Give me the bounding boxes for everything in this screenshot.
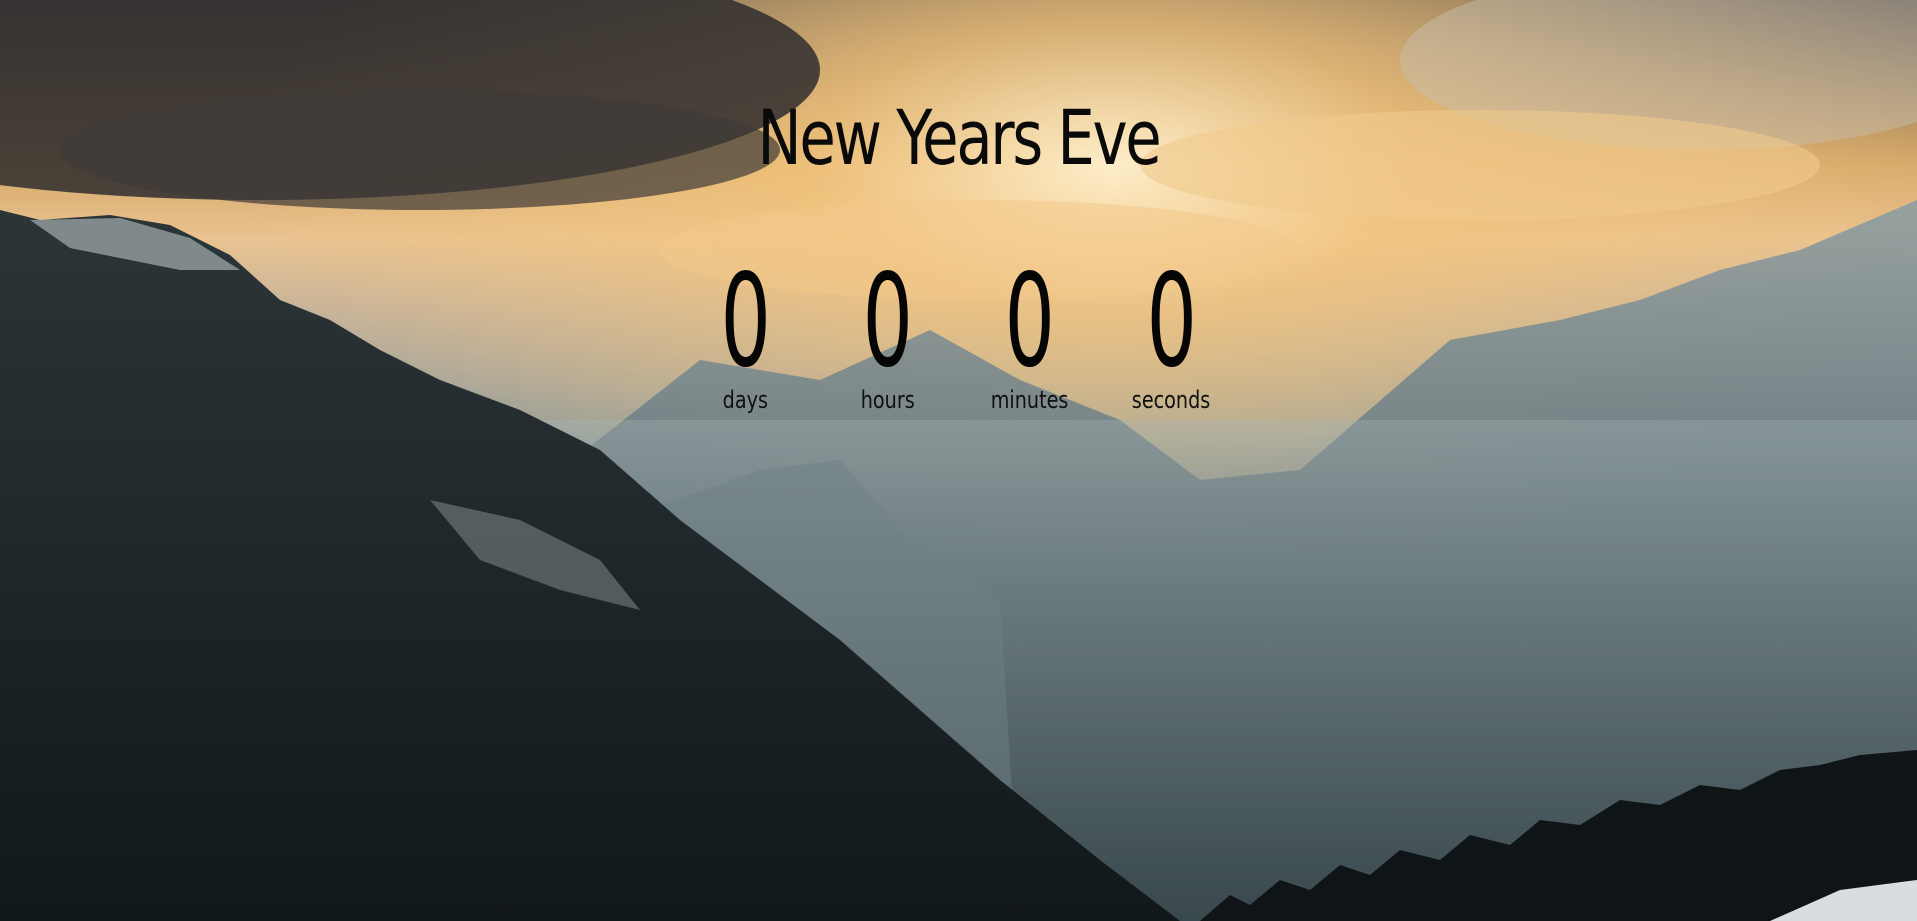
countdown-seconds: 0 seconds [1101,247,1243,415]
countdown-hours: 0 hours [817,247,959,415]
hours-label: hours [860,386,915,414]
minutes-label: minutes [990,386,1069,414]
seconds-value: 0 [1146,247,1197,396]
days-label: days [722,386,769,414]
countdown-days: 0 days [675,247,817,415]
countdown-container: New Years Eve 0 days 0 hours 0 minutes 0… [0,0,1917,921]
days-value: 0 [720,247,771,396]
countdown-timer: 0 days 0 hours 0 minutes 0 seconds [0,247,1917,415]
page-title: New Years Eve [757,93,1161,182]
countdown-page: New Years Eve 0 days 0 hours 0 minutes 0… [0,0,1917,921]
minutes-value: 0 [1004,247,1055,396]
seconds-label: seconds [1132,386,1211,414]
countdown-minutes: 0 minutes [959,247,1101,415]
hours-value: 0 [862,247,913,396]
